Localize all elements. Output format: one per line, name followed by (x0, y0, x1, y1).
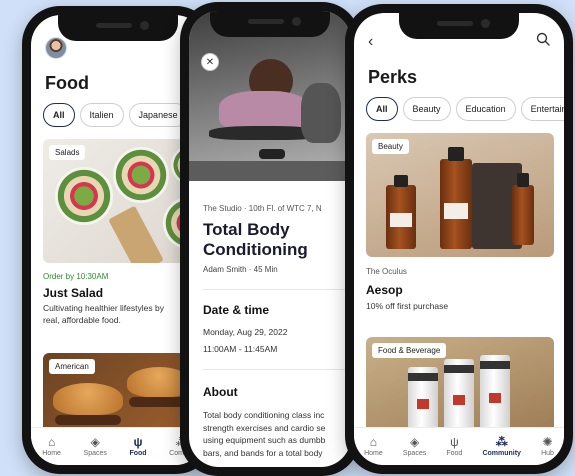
community-icon: ⁂ (495, 435, 508, 449)
burger-bun (53, 383, 123, 415)
gym-floor (189, 161, 351, 181)
host-line: Adam Smith · 45 Min (203, 265, 278, 274)
chip-all[interactable]: All (366, 97, 398, 121)
cube-icon: ◈ (90, 435, 100, 449)
about-heading: About (203, 385, 238, 399)
chip-education[interactable]: Education (455, 97, 516, 121)
tab-food[interactable]: ψ Food (129, 436, 146, 457)
category-tag: Beauty (372, 139, 409, 154)
filter-chips: All Italien Japanese (43, 103, 188, 127)
location-label: The Oculus (366, 267, 407, 276)
location-line: The Studio · 10th Fl. of WTC 7, N (203, 204, 322, 213)
salad-card-image[interactable]: Salads (43, 139, 203, 263)
chip-entertainment[interactable]: Entertainme (520, 97, 564, 121)
search-icon[interactable] (536, 32, 550, 46)
card-desc-line-2: real, affordable food. (43, 315, 121, 325)
food-screen: Food All Italien Japanese Salads Order b… (31, 15, 205, 465)
notch (210, 11, 330, 37)
salad-bag (108, 205, 164, 263)
tab-home[interactable]: ⌂ Home (42, 436, 61, 457)
aesop-card-image[interactable]: Beauty (366, 133, 554, 257)
tab-spaces[interactable]: ◈ Spaces (84, 436, 107, 457)
order-deadline: Order by 10:30AM (43, 272, 109, 281)
phone-perks: ‹ Perks All Beauty Education Entertainme… (345, 4, 573, 474)
food-beverage-card-image[interactable]: Food & Beverage (366, 337, 554, 437)
tab-community[interactable]: ⁂ Community (482, 436, 521, 457)
tab-hub[interactable]: ✺ Hub (541, 436, 554, 457)
card-desc: 10% off first purchase (366, 301, 449, 311)
tea-tin (408, 367, 438, 433)
home-icon: ⌂ (369, 435, 378, 449)
event-title: Total Body Conditioning (203, 220, 308, 259)
category-tag: Food & Beverage (372, 343, 447, 358)
home-icon: ⌂ (48, 435, 56, 449)
page-title: Perks (368, 67, 418, 87)
avatar[interactable] (45, 37, 67, 59)
sparkle-icon: ✺ (542, 435, 553, 449)
about-text: Total body conditioning class inc streng… (203, 410, 326, 458)
notch (399, 13, 519, 39)
chip-all[interactable]: All (43, 103, 75, 127)
back-icon[interactable]: ‹ (368, 33, 373, 51)
bottle-cap (517, 173, 529, 187)
event-screen: ✕ The Studio · 10th Fl. of WTC 7, N Tota… (189, 11, 351, 467)
instructor-body (219, 91, 309, 131)
category-tag: American (49, 359, 95, 374)
tab-spaces[interactable]: ◈ Spaces (403, 436, 426, 457)
tab-food[interactable]: ψ Food (446, 436, 462, 457)
card-title: Just Salad (43, 286, 104, 300)
event-date: Monday, Aug 29, 2022 (203, 327, 288, 337)
close-button[interactable]: ✕ (201, 53, 219, 71)
notch (58, 15, 178, 41)
page-title: Food (45, 73, 89, 93)
tea-tin (480, 355, 510, 433)
tab-home[interactable]: ⌂ Home (364, 436, 383, 457)
utensils-icon: ψ (133, 435, 143, 449)
chip-italien[interactable]: Italien (79, 103, 124, 127)
card-desc-line-1: Cultivating healthier lifestyles by (43, 303, 164, 313)
bottle-cap (394, 175, 408, 187)
card-title: Aesop (366, 283, 403, 297)
salad-bowl (55, 167, 113, 225)
dumbbell (259, 149, 285, 159)
filter-chips: All Beauty Education Entertainme (366, 97, 564, 121)
perks-screen: ‹ Perks All Beauty Education Entertainme… (354, 13, 564, 465)
burger-patty (55, 415, 121, 425)
category-tag: Salads (49, 145, 86, 160)
utensils-icon: ψ (450, 435, 459, 449)
bottle-label (444, 203, 468, 219)
phone-event: ✕ The Studio · 10th Fl. of WTC 7, N Tota… (180, 2, 360, 476)
divider (203, 289, 351, 290)
bottom-tab-bar: ⌂Home ◈Spaces ψFood ⁂Commu (31, 427, 205, 465)
chip-japanese[interactable]: Japanese (128, 103, 188, 127)
bottle (512, 185, 534, 245)
salad-bowl (113, 147, 169, 203)
background-person (301, 83, 341, 143)
bottom-tab-bar: ⌂ Home ◈ Spaces ψ Food ⁂ Community ✺ Hub (354, 427, 564, 465)
event-time: 11:00AM - 11:45AM (203, 344, 278, 354)
cube-icon: ◈ (409, 435, 420, 449)
divider (203, 369, 351, 370)
tea-tin (444, 359, 474, 433)
chip-beauty[interactable]: Beauty (402, 97, 451, 121)
bottle-label (390, 213, 412, 227)
bottle-cap (448, 147, 464, 161)
datetime-heading: Date & time (203, 303, 270, 317)
